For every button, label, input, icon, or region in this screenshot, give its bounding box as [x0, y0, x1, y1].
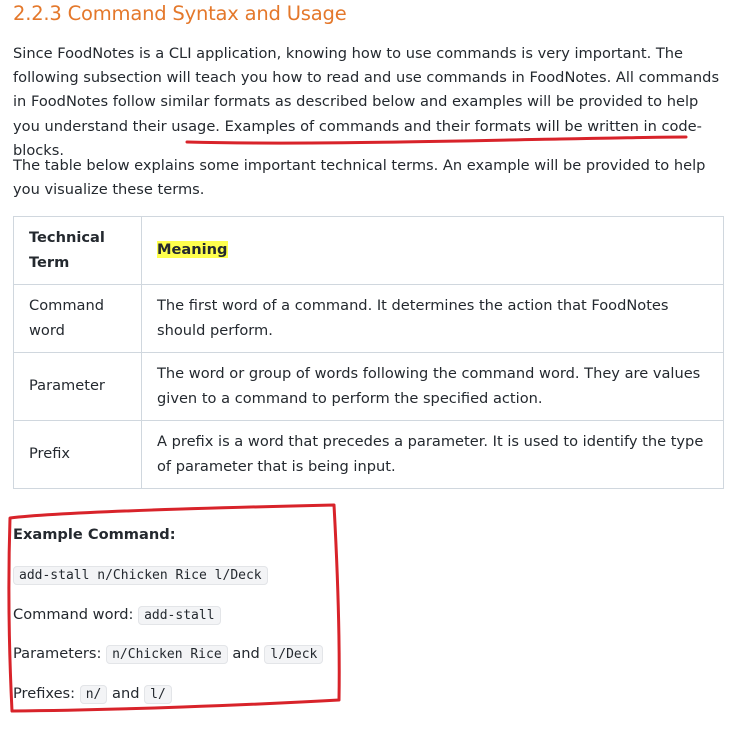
meaning-cell: The word or group of words following the… — [141, 352, 724, 421]
meaning-cell: A prefix is a word that precedes a param… — [141, 420, 724, 489]
term-cell: Parameter — [13, 352, 142, 421]
table-row: Prefix A prefix is a word that precedes … — [13, 420, 724, 489]
prefix2-code: l/ — [144, 685, 172, 704]
table-row: Parameter The word or group of words fol… — [13, 352, 724, 421]
prefixes-line: Prefixes: n/ and l/ — [13, 682, 172, 707]
prefixes-label: Prefixes: — [13, 685, 76, 702]
section-heading: 2.2.3 Command Syntax and Usage — [13, 2, 347, 25]
table-header-row: Technical Term Meaning — [13, 216, 724, 285]
highlighted-meaning: Meaning — [157, 241, 228, 259]
command-word-label: Command word: — [13, 606, 134, 623]
and-text: and — [232, 645, 260, 662]
prefix1-code: n/ — [79, 685, 108, 704]
example-command-code: add-stall n/Chicken Rice l/Deck — [13, 566, 268, 585]
table-intro-paragraph: The table below explains some important … — [13, 157, 706, 199]
parameters-line: Parameters: n/Chicken Rice and l/Deck — [13, 642, 324, 667]
header-meaning: Meaning — [141, 216, 724, 285]
term-cell: Prefix — [13, 420, 142, 489]
command-word-code: add-stall — [138, 606, 221, 625]
example-title: Example Command: — [13, 526, 176, 543]
terms-table: Technical Term Meaning Command word The … — [13, 216, 724, 489]
meaning-cell: The first word of a command. It determin… — [141, 284, 724, 353]
header-technical-term: Technical Term — [13, 216, 142, 285]
and-text: and — [112, 685, 140, 702]
command-word-line: Command word: add-stall — [13, 603, 221, 628]
table-row: Command word The first word of a command… — [13, 284, 724, 353]
param1-code: n/Chicken Rice — [106, 645, 228, 664]
example-command-line: add-stall n/Chicken Rice l/Deck — [13, 563, 268, 588]
term-cell: Command word — [13, 284, 142, 353]
intro-paragraph: Since FoodNotes is a CLI application, kn… — [13, 45, 720, 159]
parameters-label: Parameters: — [13, 645, 102, 662]
param2-code: l/Deck — [264, 645, 324, 664]
